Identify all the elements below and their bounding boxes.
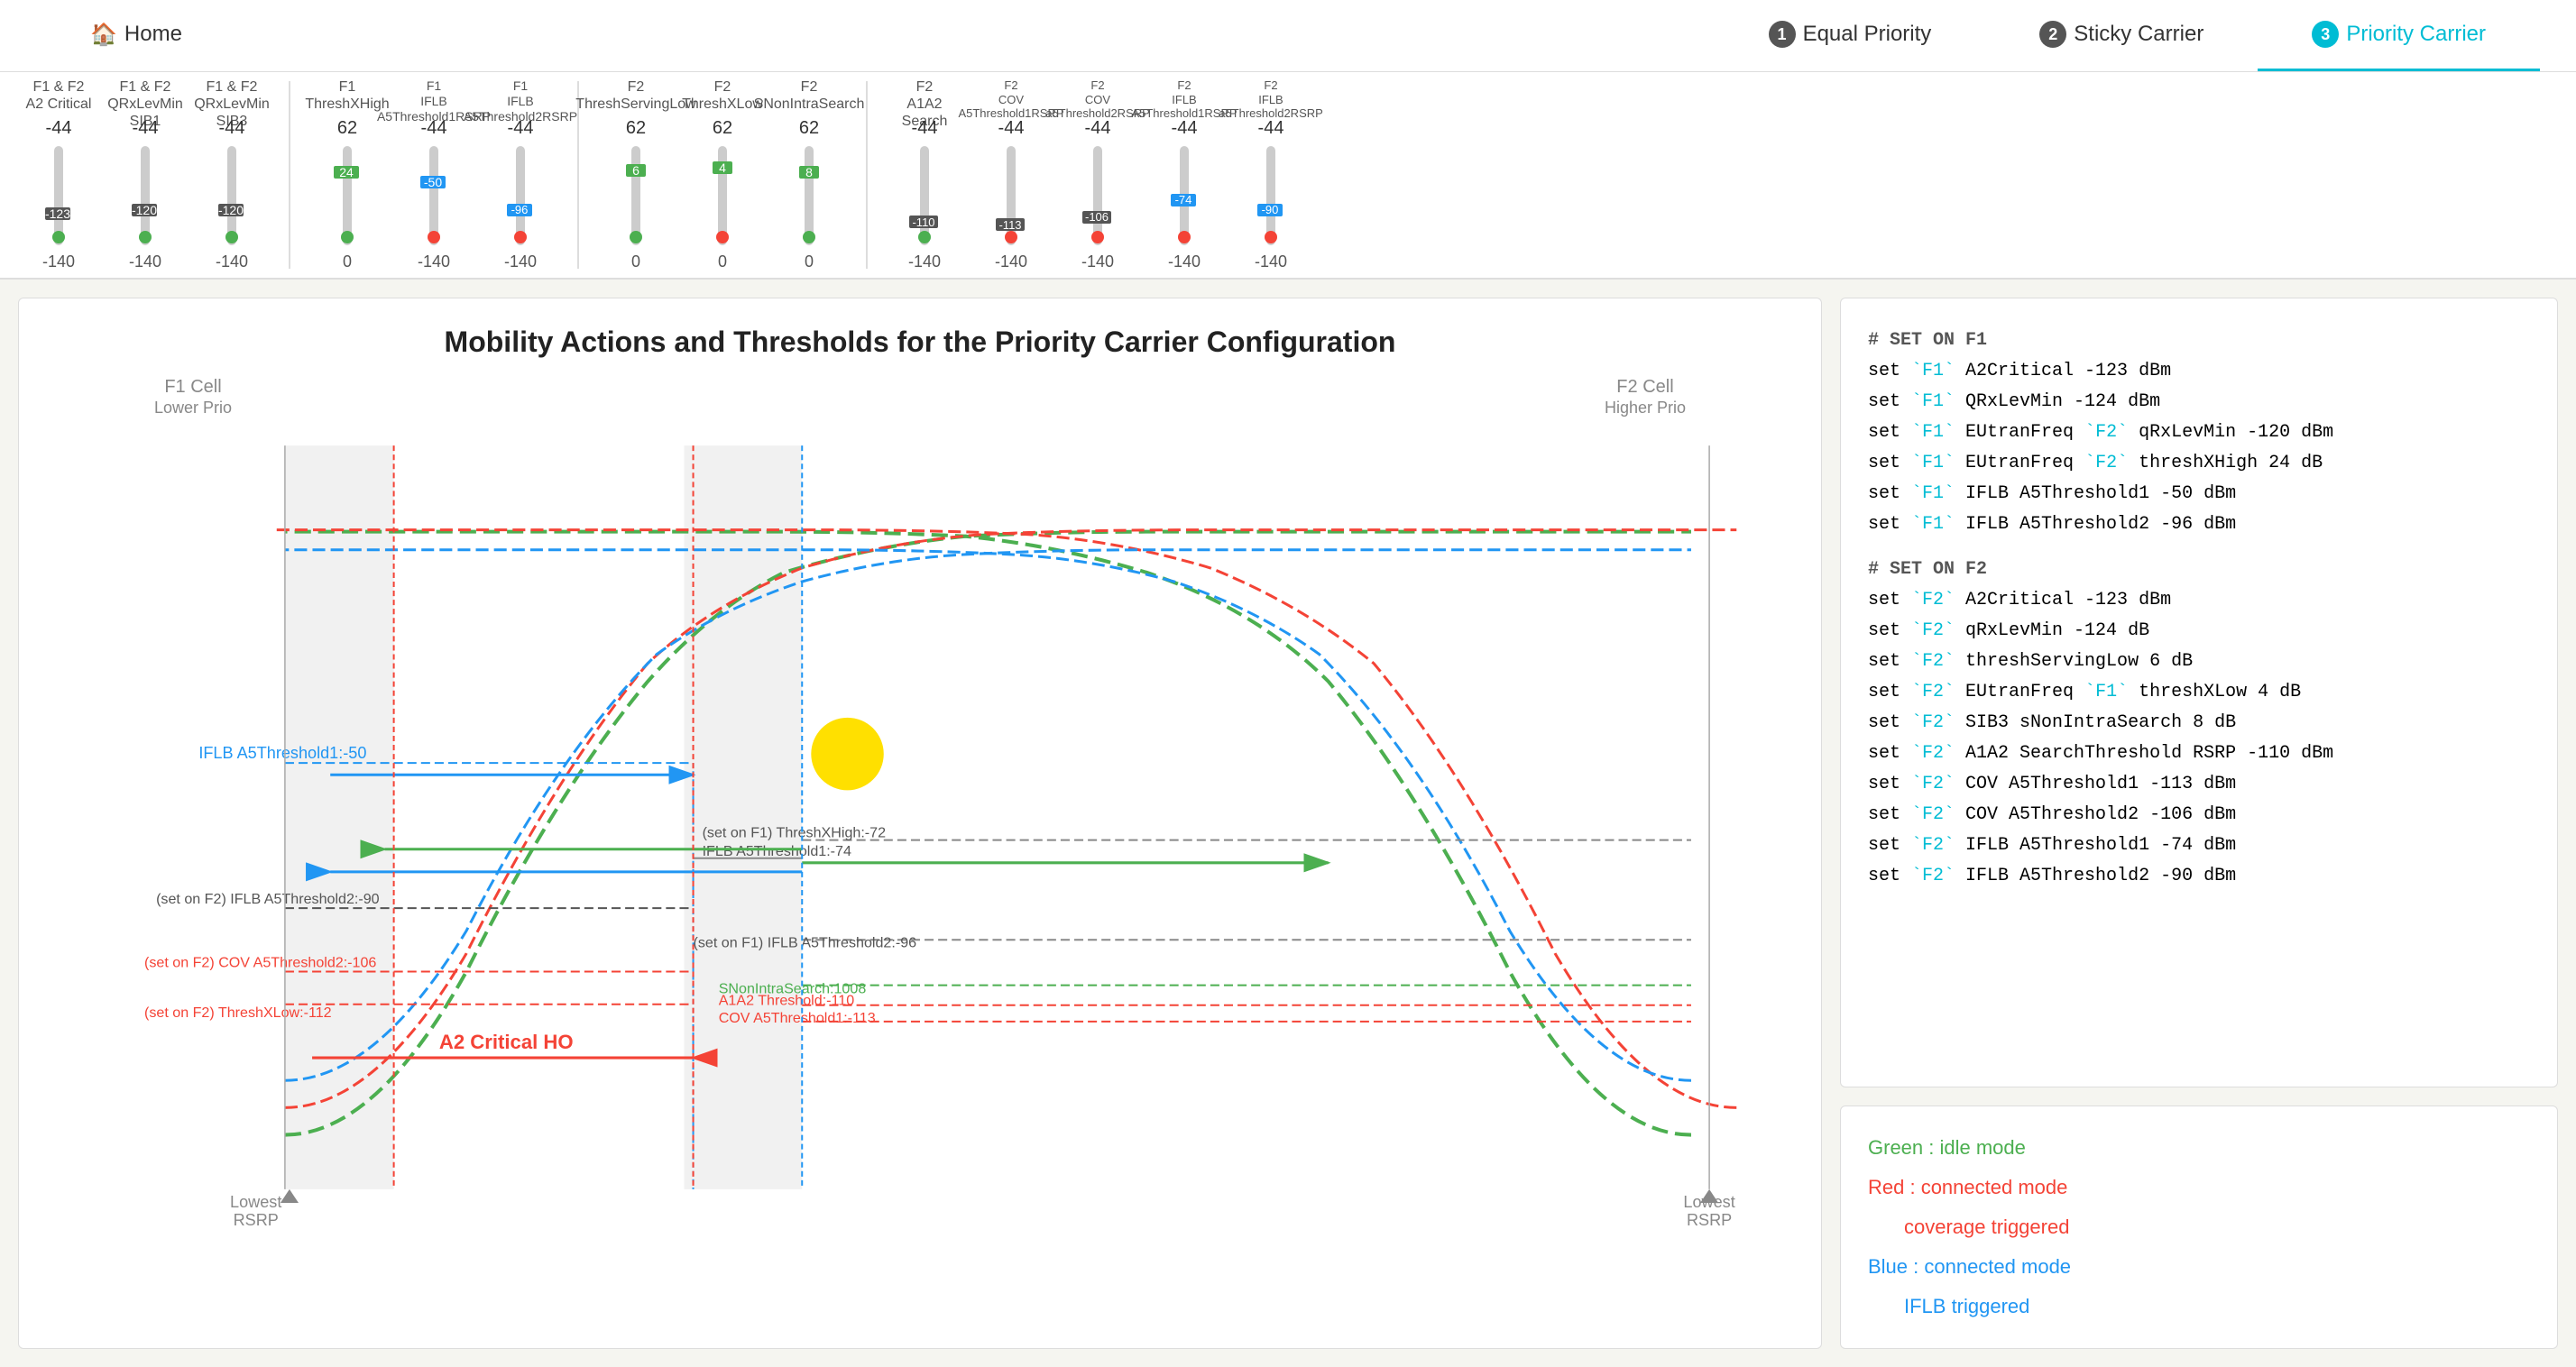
ann-a1a2: A1A2 Threshold:-110 bbox=[719, 993, 855, 1009]
slider-thumb-f1-iflb1[interactable]: -50 bbox=[420, 176, 446, 188]
slider-qrxlevmin-sib3: F1 & F2QRxLevMinSIB3 -44 -120 -140 bbox=[191, 78, 272, 271]
slider-f1-iflb-a5t2: F1IFLBA5Threshold2RSRP -44 -96 -140 bbox=[480, 78, 561, 271]
sliders-row: F1 & F2A2 Critical -44 -123 -140 F1 & F2… bbox=[0, 72, 2576, 280]
f2-line-7: set `F2` COV A5Threshold1 -113 dBm bbox=[1868, 769, 2530, 800]
annotation-iflb50: IFLB A5Threshold1:-50 bbox=[198, 744, 366, 762]
f2-line-4: set `F2` EUtranFreq `F1` threshXLow 4 dB bbox=[1868, 677, 2530, 708]
slider-thumb-f2-iflb2[interactable]: -90 bbox=[1257, 204, 1283, 216]
nav-home[interactable]: 🏠 Home bbox=[36, 0, 236, 71]
right-panel: # SET ON F1 set `F1` A2Critical -123 dBm… bbox=[1822, 298, 2558, 1349]
slider-group-4: F2A1A2 Search -44 -110 -140 F2COVA5Thres… bbox=[884, 81, 1311, 269]
slider-group-3: F2ThreshServingLow 62 6 0 F2ThreshXLow 6… bbox=[595, 81, 850, 269]
f1-line-1: set `F1` A2Critical -123 dBm bbox=[1868, 356, 2530, 387]
top-nav: 🏠 Home 1 Equal Priority 2 Sticky Carrier… bbox=[0, 0, 2576, 72]
slider-qrxlevmin-sib1: F1 & F2QRxLevMinSIB1 -44 -120 -140 bbox=[105, 78, 186, 271]
f2-line-1: set `F2` A2Critical -123 dBm bbox=[1868, 585, 2530, 616]
nav-equal-circle: 1 bbox=[1769, 21, 1796, 48]
legend-blue: Blue : connected mode bbox=[1868, 1247, 2530, 1287]
slider-thumb-threshxhigh[interactable]: 24 bbox=[334, 166, 359, 179]
slider-thumb-a2c[interactable]: -123 bbox=[45, 207, 70, 220]
slider-threshxhigh: F1ThreshXHigh 62 24 0 bbox=[307, 78, 388, 271]
slider-thumb-f2-iflb1[interactable]: -74 bbox=[1171, 194, 1196, 206]
nav-equal-label: Equal Priority bbox=[1803, 22, 1932, 47]
legend-blue-sub: IFLB triggered bbox=[1904, 1287, 2530, 1326]
nav-equal-priority[interactable]: 1 Equal Priority bbox=[1715, 0, 1986, 71]
f1-line-5: set `F1` IFLB A5Threshold1 -50 dBm bbox=[1868, 479, 2530, 509]
chart-svg: IFLB A5Threshold1:-50 (set on F2) IFLB A… bbox=[46, 427, 1794, 1243]
slider-f2-threshxlow: F2ThreshXLow 62 4 0 bbox=[682, 78, 763, 271]
annotation-cov106: (set on F2) COV A5Threshold2:-106 bbox=[144, 954, 376, 970]
legend-panel: Green : idle mode Red : connected mode c… bbox=[1840, 1106, 2558, 1349]
slider-thumb-qrx3[interactable]: -120 bbox=[218, 204, 244, 216]
svg-text:RSRP: RSRP bbox=[234, 1211, 279, 1229]
f2-line-3: set `F2` threshServingLow 6 dB bbox=[1868, 647, 2530, 677]
annotation-iflb90: (set on F2) IFLB A5Threshold2:-90 bbox=[156, 891, 380, 907]
annotation-threshxlow: (set on F2) ThreshXLow:-112 bbox=[144, 1005, 332, 1021]
slider-f2-a1a2: F2A1A2 Search -44 -110 -140 bbox=[884, 78, 965, 271]
f2-line-5: set `F2` SIB3 sNonIntraSearch 8 dB bbox=[1868, 708, 2530, 739]
legend-red-sub: coverage triggered bbox=[1904, 1207, 2530, 1247]
slider-f2-cov-a5t1: F2COVA5Threshold1RSRP -44 -113 -140 bbox=[971, 78, 1052, 271]
slider-thumb-f1-iflb2[interactable]: -96 bbox=[507, 204, 532, 216]
main-content: Mobility Actions and Thresholds for the … bbox=[0, 280, 2576, 1367]
ann-cov113: COV A5Threshold1:-113 bbox=[719, 1010, 876, 1026]
cursor-dot bbox=[811, 718, 883, 790]
f1-line-4: set `F1` EUtranFreq `F2` threshXHigh 24 … bbox=[1868, 448, 2530, 479]
lowest-rsrp-left: Lowest bbox=[230, 1193, 281, 1211]
chart-panel: Mobility Actions and Thresholds for the … bbox=[18, 298, 1822, 1349]
nav-priority-circle: 3 bbox=[2312, 21, 2339, 48]
f1-line-2: set `F1` QRxLevMin -124 dBm bbox=[1868, 387, 2530, 417]
slider-f2-cov-a5t2: F2COVa5Threshold2RSRP -44 -106 -140 bbox=[1057, 78, 1138, 271]
divider-1 bbox=[289, 81, 290, 269]
home-icon: 🏠 bbox=[90, 22, 117, 48]
code-panel: # SET ON F1 set `F1` A2Critical -123 dBm… bbox=[1840, 298, 2558, 1087]
legend-red: Red : connected mode bbox=[1868, 1168, 2530, 1207]
f2-line-6: set `F2` A1A2 SearchThreshold RSRP -110 … bbox=[1868, 739, 2530, 769]
slider-f2-iflb-a5t1: F2IFLBA5Threshold1RSRP -44 -74 -140 bbox=[1144, 78, 1225, 271]
slider-thumb-qrx1[interactable]: -120 bbox=[132, 204, 157, 216]
slider-f2-snonintra: F2SNonIntraSearch 62 8 0 bbox=[768, 78, 850, 271]
divider-3 bbox=[866, 81, 868, 269]
svg-text:RSRP: RSRP bbox=[1687, 1211, 1732, 1229]
f1-line-6: set `F1` IFLB A5Threshold2 -96 dBm bbox=[1868, 509, 2530, 540]
f1-line-3: set `F1` EUtranFreq `F2` qRxLevMin -120 … bbox=[1868, 417, 2530, 448]
ann-a2ho: A2 Critical HO bbox=[439, 1031, 574, 1053]
legend-green: Green : idle mode bbox=[1868, 1128, 2530, 1168]
slider-group-1: F1 & F2A2 Critical -44 -123 -140 F1 & F2… bbox=[18, 81, 272, 269]
slider-f2-iflb-a5t2: F2IFLBa5Threshold2RSRP -44 -90 -140 bbox=[1230, 78, 1311, 271]
nav-sticky-carrier[interactable]: 2 Sticky Carrier bbox=[1985, 0, 2258, 71]
nav-priority-label: Priority Carrier bbox=[2346, 22, 2486, 47]
slider-thumb-snonintra[interactable]: 8 bbox=[799, 166, 819, 179]
slider-thumb-threshxlow[interactable]: 4 bbox=[713, 161, 732, 174]
f1-cell-label: F1 CellLower Prio bbox=[154, 377, 232, 418]
f2-header: # SET ON F2 bbox=[1868, 555, 2530, 585]
nav-sticky-label: Sticky Carrier bbox=[2074, 22, 2203, 47]
ann-iflb96: (set on F1) IFLB A5Threshold2:-96 bbox=[694, 934, 917, 950]
f2-line-8: set `F2` COV A5Threshold2 -106 dBm bbox=[1868, 800, 2530, 830]
slider-thumb-a1a2[interactable]: -110 bbox=[909, 216, 938, 228]
slider-thumb-cov1[interactable]: -113 bbox=[996, 218, 1025, 231]
slider-f1-iflb-a5t1: F1IFLBA5Threshold1RSRP -44 -50 -140 bbox=[393, 78, 474, 271]
slider-a2critical: F1 & F2A2 Critical -44 -123 -140 bbox=[18, 78, 99, 271]
nav-priority-carrier[interactable]: 3 Priority Carrier bbox=[2258, 0, 2540, 71]
f2-cell-label: F2 CellHigher Prio bbox=[1605, 377, 1686, 418]
f2-line-10: set `F2` IFLB A5Threshold2 -90 dBm bbox=[1868, 861, 2530, 892]
slider-thumb-servinglow[interactable]: 6 bbox=[626, 164, 646, 177]
chart-title: Mobility Actions and Thresholds for the … bbox=[46, 326, 1794, 359]
slider-f2-servinglow: F2ThreshServingLow 62 6 0 bbox=[595, 78, 676, 271]
nav-home-label: Home bbox=[124, 22, 182, 47]
slider-group-2: F1ThreshXHigh 62 24 0 F1IFLBA5Threshold1… bbox=[307, 81, 561, 269]
f2-line-2: set `F2` qRxLevMin -124 dB bbox=[1868, 616, 2530, 647]
nav-sticky-circle: 2 bbox=[2039, 21, 2066, 48]
ann-iflb74: IFLB A5Threshold1:-74 bbox=[703, 843, 851, 859]
ann-threshxhigh: (set on F1) ThreshXHigh:-72 bbox=[703, 825, 887, 841]
f1-header: # SET ON F1 bbox=[1868, 326, 2530, 356]
slider-thumb-cov2[interactable]: -106 bbox=[1082, 211, 1111, 224]
f2-line-9: set `F2` IFLB A5Threshold1 -74 dBm bbox=[1868, 830, 2530, 861]
